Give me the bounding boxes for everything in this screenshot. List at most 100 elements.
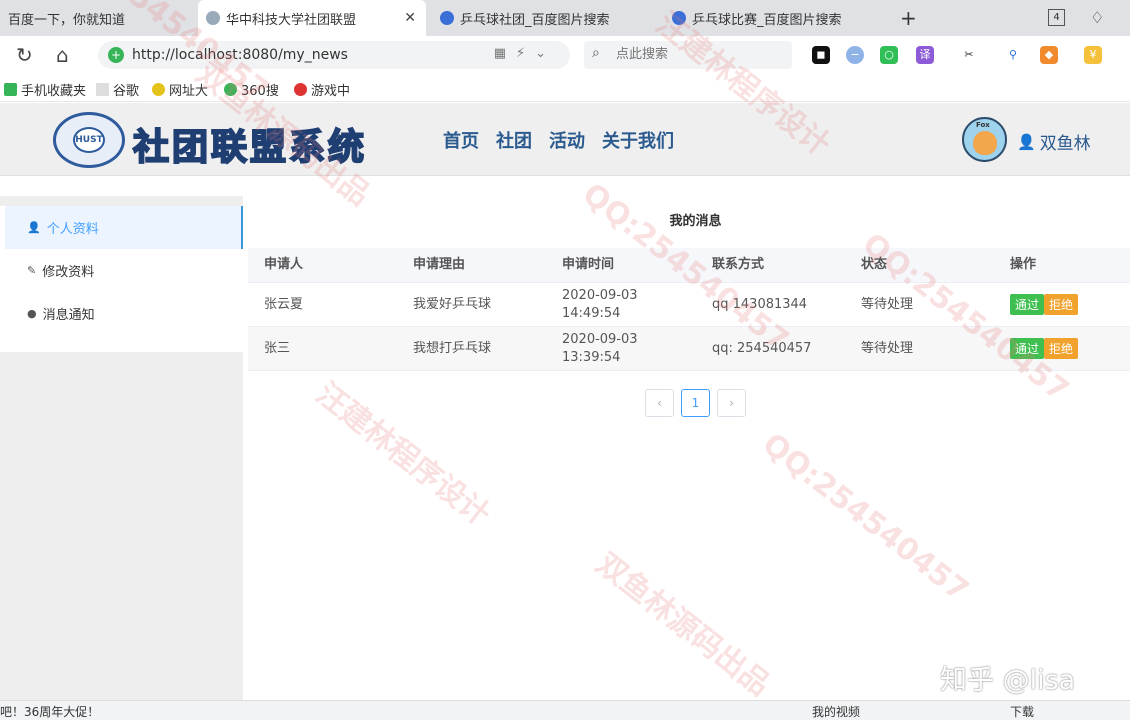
sidebar-item-label: 个人资料 — [46, 222, 99, 237]
avatar-tag: Fox — [976, 121, 990, 129]
address-bar-row: ↻ ⌂ + http://localhost:8080/my_news ▦⚡⌄ … — [0, 36, 1130, 74]
page-icon — [96, 83, 109, 96]
column-header: 申请时间 — [562, 257, 615, 272]
nav-clubs[interactable]: 社团 — [496, 127, 532, 153]
university-seal-logo[interactable]: HUST — [53, 112, 125, 168]
sidebar-item-label: 修改资料 — [42, 265, 95, 280]
bookmark-google[interactable]: 谷歌 — [96, 80, 139, 99]
status-cell: 等待处理 — [861, 296, 914, 312]
extension-icon[interactable]: ◼ — [812, 46, 830, 64]
url-text: http://localhost:8080/my_news — [132, 47, 348, 63]
bookmark-hao[interactable]: 网址大 — [152, 80, 208, 99]
edit-pen-icon: ✎ — [27, 264, 37, 277]
close-tab-icon[interactable]: ✕ — [404, 10, 416, 26]
status-ad-text[interactable]: 吧！36周年大促！ — [0, 703, 99, 720]
skin-shirt-icon[interactable]: ♢ — [1090, 8, 1104, 27]
360-icon — [224, 83, 237, 96]
sidebar-menu: 👤 个人资料 ✎ 修改资料 ● 消息通知 — [0, 206, 243, 352]
table-row: 张云夏 我爱好乒乓球 2020-09-03 14:49:54 qq 143081… — [248, 283, 1130, 327]
reject-button[interactable]: 拒绝 — [1044, 294, 1079, 315]
tab-pingpong-match[interactable]: 乒乓球比赛_百度图片搜索 — [664, 0, 889, 36]
user-menu[interactable]: 👤 双鱼林 — [1017, 129, 1091, 155]
sidebar-item-notifications[interactable]: ● 消息通知 — [5, 292, 243, 335]
browser-status-bar: 吧！36周年大促！ 我的视频 下载 — [0, 700, 1130, 720]
user-icon: 👤 — [27, 221, 41, 234]
fox-face-icon — [973, 131, 997, 155]
bookmark-game[interactable]: 游戏中 — [294, 80, 350, 99]
column-header: 申请理由 — [413, 257, 466, 272]
page-number-button[interactable]: 1 — [681, 389, 710, 417]
user-name: 双鱼林 — [1039, 134, 1091, 154]
hao-icon — [152, 83, 165, 96]
mobile-icon — [4, 83, 17, 96]
baidu-paw-icon — [440, 11, 454, 25]
seal-emblem: HUST — [73, 127, 105, 153]
downloads-link[interactable]: 下载 — [1010, 703, 1034, 720]
extension-icon[interactable]: − — [846, 46, 864, 64]
url-field[interactable]: + http://localhost:8080/my_news ▦⚡⌄ — [98, 41, 570, 69]
bookmarks-bar: 手机收藏夹 谷歌 网址大 360搜 游戏中 — [0, 74, 1130, 102]
reason-cell: 我想打乒乓球 — [413, 340, 492, 356]
tab-club-union[interactable]: 华中科技大学社团联盟 ✕ — [198, 0, 426, 36]
site-logo-title[interactable]: 社团联盟系统 — [132, 118, 367, 170]
applicant-cell: 张云夏 — [264, 296, 304, 312]
column-header: 申请人 — [264, 257, 304, 272]
wallet-icon[interactable]: ¥ — [1084, 46, 1102, 64]
game-icon[interactable]: ◆ — [1040, 46, 1058, 64]
sidebar-item-edit-profile[interactable]: ✎ 修改资料 — [5, 249, 243, 292]
browser-tab-bar: 百度一下，你就知道 华中科技大学社团联盟 ✕ 乒乓球社团_百度图片搜索 乒乓球比… — [0, 0, 1130, 36]
tab-baidu[interactable]: 百度一下，你就知道 — [0, 0, 195, 36]
magnifier-icon[interactable]: ⚲ — [1004, 46, 1022, 64]
nav-home[interactable]: 首页 — [443, 127, 479, 153]
column-header: 状态 — [861, 257, 888, 272]
translate-icon[interactable]: 译 — [916, 46, 934, 64]
bookmark-360[interactable]: 360搜 — [224, 80, 279, 99]
tab-label: 乒乓球社团_百度图片搜索 — [460, 12, 610, 28]
tab-pingpong-club[interactable]: 乒乓球社团_百度图片搜索 — [432, 0, 657, 36]
next-page-button[interactable]: › — [717, 389, 746, 417]
reason-cell: 我爱好乒乓球 — [413, 296, 492, 312]
baidu-paw-icon — [672, 11, 686, 25]
site-favicon-icon — [206, 11, 220, 25]
sidebar-item-label: 消息通知 — [42, 308, 95, 323]
tab-label: 百度一下，你就知道 — [8, 12, 126, 28]
tab-label: 乒乓球比赛_百度图片搜索 — [692, 12, 842, 28]
chat-extension-icon[interactable]: ○ — [880, 46, 898, 64]
secure-shield-icon: + — [108, 47, 124, 63]
url-actions-icons[interactable]: ▦⚡⌄ — [494, 46, 556, 61]
column-header: 联系方式 — [712, 257, 765, 272]
nav-about[interactable]: 关于我们 — [602, 127, 674, 153]
table-header: 申请人 申请理由 申请时间 联系方式 状态 操作 — [248, 248, 1130, 283]
avatar[interactable]: Fox — [962, 117, 1007, 162]
applicant-cell: 张三 — [264, 340, 291, 356]
main-content: 我的消息 申请人 申请理由 申请时间 联系方式 状态 操作 张云夏 我爱好乒乓球… — [248, 196, 1130, 700]
contact-cell: qq 143081344 — [712, 296, 808, 312]
scissors-icon[interactable]: ✂ — [960, 46, 978, 64]
search-input[interactable] — [614, 46, 784, 63]
new-tab-icon[interactable]: + — [900, 6, 917, 30]
my-videos-link[interactable]: 我的视频 — [812, 703, 860, 720]
contact-cell: qq: 254540457 — [712, 340, 812, 356]
tab-label: 华中科技大学社团联盟 — [226, 12, 357, 28]
sidebar-item-profile[interactable]: 👤 个人资料 — [5, 206, 243, 249]
tab-count-badge[interactable]: 4 — [1048, 9, 1065, 26]
user-settings-icon: 👤 — [1017, 132, 1036, 151]
browser-search-box[interactable]: ⌕ — [584, 41, 792, 69]
actions-cell: 通过 拒绝 — [1010, 283, 1130, 326]
column-header: 操作 — [1010, 257, 1037, 272]
actions-cell: 通过 拒绝 — [1010, 327, 1130, 370]
reload-icon[interactable]: ↻ — [16, 43, 33, 67]
approve-button[interactable]: 通过 — [1010, 294, 1045, 315]
prev-page-button[interactable]: ‹ — [645, 389, 674, 417]
bookmark-mobile[interactable]: 手机收藏夹 — [4, 80, 86, 99]
time-cell: 2020-09-03 14:49:54 — [562, 287, 638, 321]
reject-button[interactable]: 拒绝 — [1044, 338, 1079, 359]
pagination: ‹ 1 › — [645, 389, 753, 417]
nav-activities[interactable]: 活动 — [549, 127, 585, 153]
approve-button[interactable]: 通过 — [1010, 338, 1045, 359]
page-title: 我的消息 — [669, 214, 722, 229]
sidebar: 👤 个人资料 ✎ 修改资料 ● 消息通知 — [0, 196, 243, 720]
search-icon: ⌕ — [592, 45, 600, 61]
home-icon[interactable]: ⌂ — [56, 43, 69, 67]
game-center-icon — [294, 83, 307, 96]
